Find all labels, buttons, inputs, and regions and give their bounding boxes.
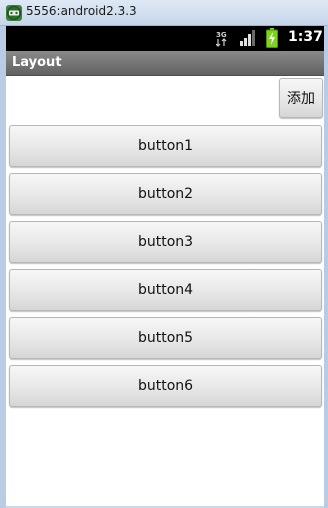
button-2[interactable]: button2 (9, 173, 322, 215)
button-1[interactable]: button1 (9, 125, 322, 167)
button-6[interactable]: button6 (9, 365, 322, 407)
svg-text:3G: 3G (216, 31, 227, 39)
window-title: 5556:android2.3.3 (26, 4, 137, 18)
device-screen: 3G 1:37 Layout 添加 button1 button2 button… (6, 26, 324, 506)
window-titlebar[interactable]: 5556:android2.3.3 (0, 0, 328, 26)
signal-icon (240, 30, 256, 46)
emulator-icon (6, 5, 22, 21)
add-button[interactable]: 添加 (279, 78, 323, 118)
button-5[interactable]: button5 (9, 317, 322, 359)
app-title-bar: Layout (6, 51, 324, 76)
button-3[interactable]: button3 (9, 221, 322, 263)
3g-icon: 3G (215, 29, 228, 47)
app-title: Layout (12, 55, 62, 70)
status-bar: 3G 1:37 (6, 26, 324, 51)
battery-charging-icon (266, 28, 278, 48)
window-frame-right (324, 26, 328, 508)
status-time: 1:37 (288, 29, 323, 45)
button-4[interactable]: button4 (9, 269, 322, 311)
